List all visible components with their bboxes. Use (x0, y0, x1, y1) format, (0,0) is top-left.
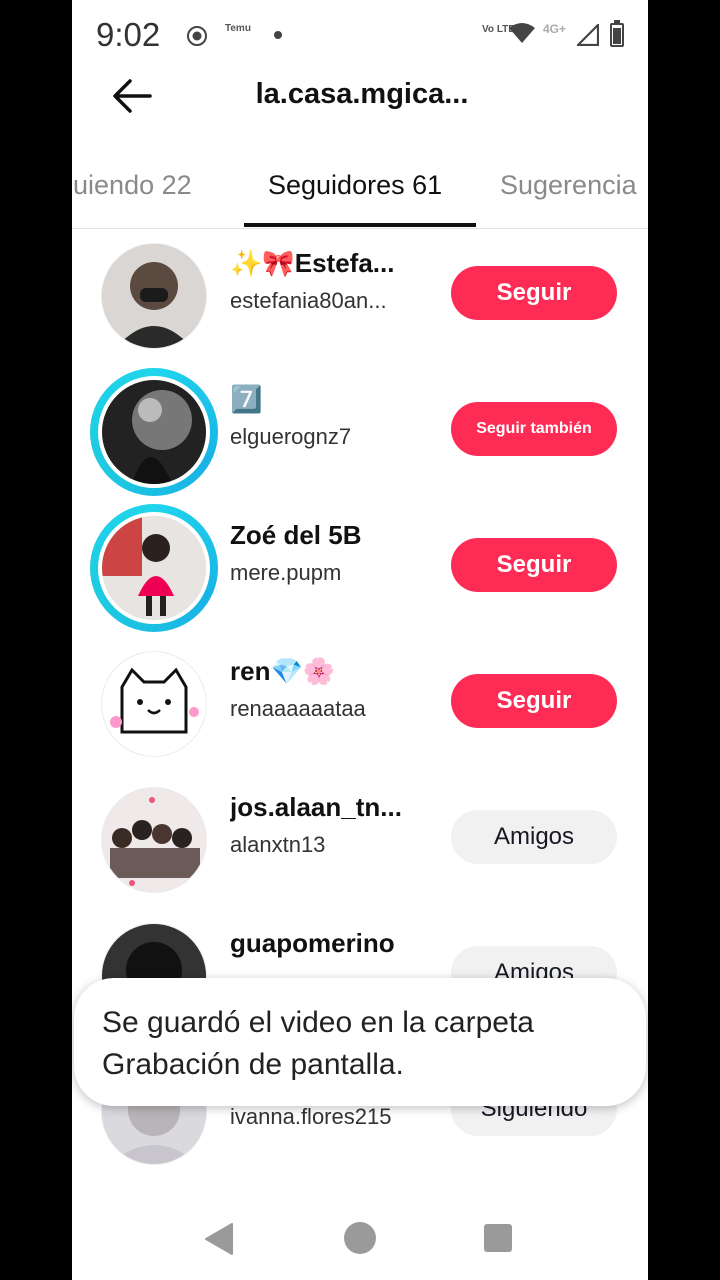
user-handle: alanxtn13 (230, 832, 326, 857)
screen: 9:02 Temu Vo LTE 4G+ la.casa.mgica... gu… (72, 0, 648, 1280)
follow-button[interactable]: Seguir (451, 674, 617, 728)
user-name: guapomerino (230, 928, 395, 958)
user-handle: mere.pupm (230, 560, 342, 585)
nav-back-icon[interactable] (204, 1222, 234, 1256)
list-item[interactable]: ren💎🌸 renaaaaaataa Seguir (72, 634, 648, 770)
user-name: Zoé del 5B (230, 520, 362, 550)
page-title: la.casa.mgica... (255, 78, 469, 110)
avatar[interactable] (101, 651, 207, 757)
user-name: ✨🎀Estefa... (230, 248, 395, 278)
toast-notification: Se guardó el video en la carpeta Grabaci… (74, 978, 646, 1106)
friends-button[interactable]: Amigos (451, 810, 617, 864)
notification-dot-icon (274, 31, 282, 39)
battery-icon (610, 20, 624, 47)
list-item[interactable]: 7️⃣ elguerognz7 Seguir también (72, 362, 648, 498)
avatar[interactable] (101, 243, 207, 349)
nav-recents-icon[interactable] (484, 1224, 512, 1252)
user-handle: elguerognz7 (230, 424, 352, 449)
user-name: ren💎🌸 (230, 656, 336, 686)
toast-text: Se guardó el video en la carpeta Grabaci… (102, 1006, 534, 1081)
system-navigation-bar (72, 1196, 648, 1280)
signal-icon (577, 24, 599, 46)
nav-home-icon[interactable] (344, 1222, 376, 1254)
network-type-label: 4G+ (543, 22, 567, 36)
screen-record-icon (187, 26, 207, 46)
user-name: 7️⃣ (230, 384, 263, 414)
wifi-icon (509, 23, 535, 43)
list-item[interactable]: ✨🎀Estefa... estefania80an... Seguir (72, 226, 648, 362)
avatar[interactable] (98, 512, 210, 624)
user-handle: estefania80an... (230, 288, 387, 313)
user-handle: ivanna.flores215 (230, 1104, 392, 1129)
status-time: 9:02 (96, 16, 161, 53)
follow-button[interactable]: Seguir (451, 266, 617, 320)
temu-icon: Temu (225, 23, 251, 34)
user-handle: renaaaaaataa (230, 696, 366, 721)
list-item[interactable]: Zoé del 5B mere.pupm Seguir (72, 498, 648, 634)
follow-back-button[interactable]: Seguir también (451, 402, 617, 456)
header: la.casa.mgica... (72, 60, 648, 132)
follow-button[interactable]: Seguir (451, 538, 617, 592)
tab-suggestions[interactable]: Sugerencia (500, 170, 637, 201)
user-name: jos.alaan_tn... (230, 792, 402, 822)
tab-followers[interactable]: Seguidores 61 (268, 170, 442, 201)
tab-bar: guiendo 22 Seguidores 61 Sugerencia (72, 150, 648, 229)
tab-following[interactable]: guiendo 22 (72, 170, 192, 201)
story-ring (90, 368, 218, 496)
list-item[interactable]: jos.alaan_tn... alanxtn13 Amigos (72, 770, 648, 906)
arrow-left-icon[interactable] (110, 76, 154, 116)
avatar[interactable] (101, 787, 207, 893)
story-ring (90, 504, 218, 632)
avatar[interactable] (98, 376, 210, 488)
